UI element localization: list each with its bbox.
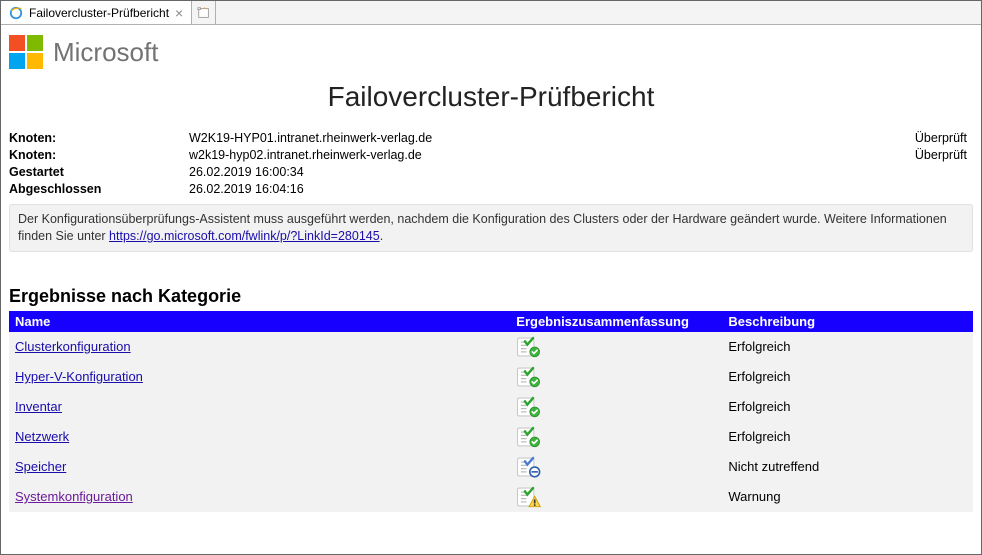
notice-box: Der Konfigurationsüberprüfungs-Assistent…	[9, 204, 973, 252]
info-label: Knoten:	[9, 131, 189, 145]
table-row: Speicher Nicht zutreffend	[9, 452, 973, 482]
table-header-row: Name Ergebniszusammenfassung Beschreibun…	[9, 311, 973, 332]
info-value: W2K19-HYP01.intranet.rheinwerk-verlag.de	[189, 131, 915, 145]
notice-link[interactable]: https://go.microsoft.com/fwlink/p/?LinkI…	[109, 229, 380, 243]
results-table: Name Ergebniszusammenfassung Beschreibun…	[9, 311, 973, 512]
tab-bar: Failovercluster-Prüfbericht ×	[1, 1, 981, 25]
page-title: Failovercluster-Prüfbericht	[9, 81, 973, 113]
na-status-icon	[516, 456, 542, 478]
microsoft-logo-icon	[9, 35, 43, 69]
category-description: Erfolgreich	[722, 362, 973, 392]
table-row: Systemkonfiguration Warnung	[9, 482, 973, 512]
brand: Microsoft	[9, 35, 973, 69]
report-content: Microsoft Failovercluster-Prüfbericht Kn…	[1, 25, 981, 528]
info-status: Überprüft	[915, 131, 973, 145]
notice-text-after: .	[380, 229, 383, 243]
browser-tab[interactable]: Failovercluster-Prüfbericht ×	[1, 1, 192, 24]
col-description: Beschreibung	[722, 311, 973, 332]
category-description: Erfolgreich	[722, 332, 973, 362]
info-row-started: Gestartet 26.02.2019 16:00:34	[9, 165, 973, 179]
info-status: Überprüft	[915, 148, 973, 162]
warning-status-icon	[516, 486, 542, 508]
results-heading: Ergebnisse nach Kategorie	[9, 286, 973, 307]
category-link[interactable]: Hyper-V-Konfiguration	[15, 369, 143, 384]
category-description: Nicht zutreffend	[722, 452, 973, 482]
category-description: Erfolgreich	[722, 422, 973, 452]
tab-title: Failovercluster-Prüfbericht	[29, 6, 169, 20]
success-status-icon	[516, 426, 542, 448]
info-label: Abgeschlossen	[9, 182, 189, 196]
col-name: Name	[9, 311, 510, 332]
col-summary: Ergebniszusammenfassung	[510, 311, 722, 332]
success-status-icon	[516, 396, 542, 418]
category-description: Warnung	[722, 482, 973, 512]
info-label: Knoten:	[9, 148, 189, 162]
info-value: 26.02.2019 16:04:16	[189, 182, 973, 196]
category-link[interactable]: Clusterkonfiguration	[15, 339, 131, 354]
category-description: Erfolgreich	[722, 392, 973, 422]
content-scroll[interactable]: Microsoft Failovercluster-Prüfbericht Kn…	[1, 25, 981, 554]
table-row: Netzwerk Erfolgreich	[9, 422, 973, 452]
close-icon[interactable]: ×	[175, 5, 183, 21]
info-value: w2k19-hyp02.intranet.rheinwerk-verlag.de	[189, 148, 915, 162]
info-value: 26.02.2019 16:00:34	[189, 165, 973, 179]
table-row: Clusterkonfiguration Erfolgreich	[9, 332, 973, 362]
new-tab-button[interactable]	[192, 1, 216, 24]
info-row-node: Knoten: w2k19-hyp02.intranet.rheinwerk-v…	[9, 148, 973, 162]
table-row: Hyper-V-Konfiguration Erfolgreich	[9, 362, 973, 392]
success-status-icon	[516, 366, 542, 388]
brand-name: Microsoft	[53, 37, 158, 68]
category-link[interactable]: Netzwerk	[15, 429, 69, 444]
table-row: Inventar Erfolgreich	[9, 392, 973, 422]
info-row-completed: Abgeschlossen 26.02.2019 16:04:16	[9, 182, 973, 196]
info-label: Gestartet	[9, 165, 189, 179]
category-link[interactable]: Systemkonfiguration	[15, 489, 133, 504]
ie-icon	[9, 6, 23, 20]
category-link[interactable]: Speicher	[15, 459, 66, 474]
info-row-node: Knoten: W2K19-HYP01.intranet.rheinwerk-v…	[9, 131, 973, 145]
success-status-icon	[516, 336, 542, 358]
category-link[interactable]: Inventar	[15, 399, 62, 414]
